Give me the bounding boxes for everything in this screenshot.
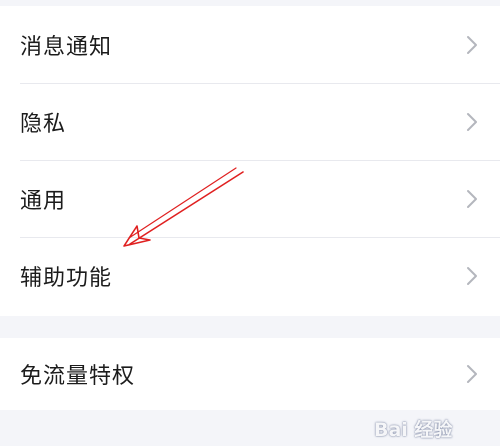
row-label: 通用 xyxy=(20,188,67,214)
chevron-right-icon xyxy=(467,112,477,131)
row-label: 免流量特权 xyxy=(20,364,136,389)
watermark-text: Bai 经验 xyxy=(374,419,453,441)
row-label: 辅助功能 xyxy=(20,265,113,291)
settings-row-privacy[interactable]: 隐私 xyxy=(0,83,500,160)
row-label: 隐私 xyxy=(20,111,67,137)
settings-row-general[interactable]: 通用 xyxy=(0,160,500,237)
chevron-right-icon xyxy=(467,189,477,208)
chevron-right-icon xyxy=(467,266,477,285)
settings-group-main: 消息通知 隐私 通用 辅助功能 xyxy=(0,6,500,316)
chevron-right-icon xyxy=(467,35,477,54)
settings-row-free-data[interactable]: 免流量特权 xyxy=(0,338,500,410)
chevron-right-icon xyxy=(467,365,477,383)
settings-group-secondary: 免流量特权 xyxy=(0,338,500,410)
row-label: 消息通知 xyxy=(20,34,113,60)
watermark: Bai 经验 xyxy=(374,412,492,442)
settings-row-accessibility[interactable]: 辅助功能 xyxy=(0,237,500,314)
settings-row-notifications[interactable]: 消息通知 xyxy=(0,6,500,83)
